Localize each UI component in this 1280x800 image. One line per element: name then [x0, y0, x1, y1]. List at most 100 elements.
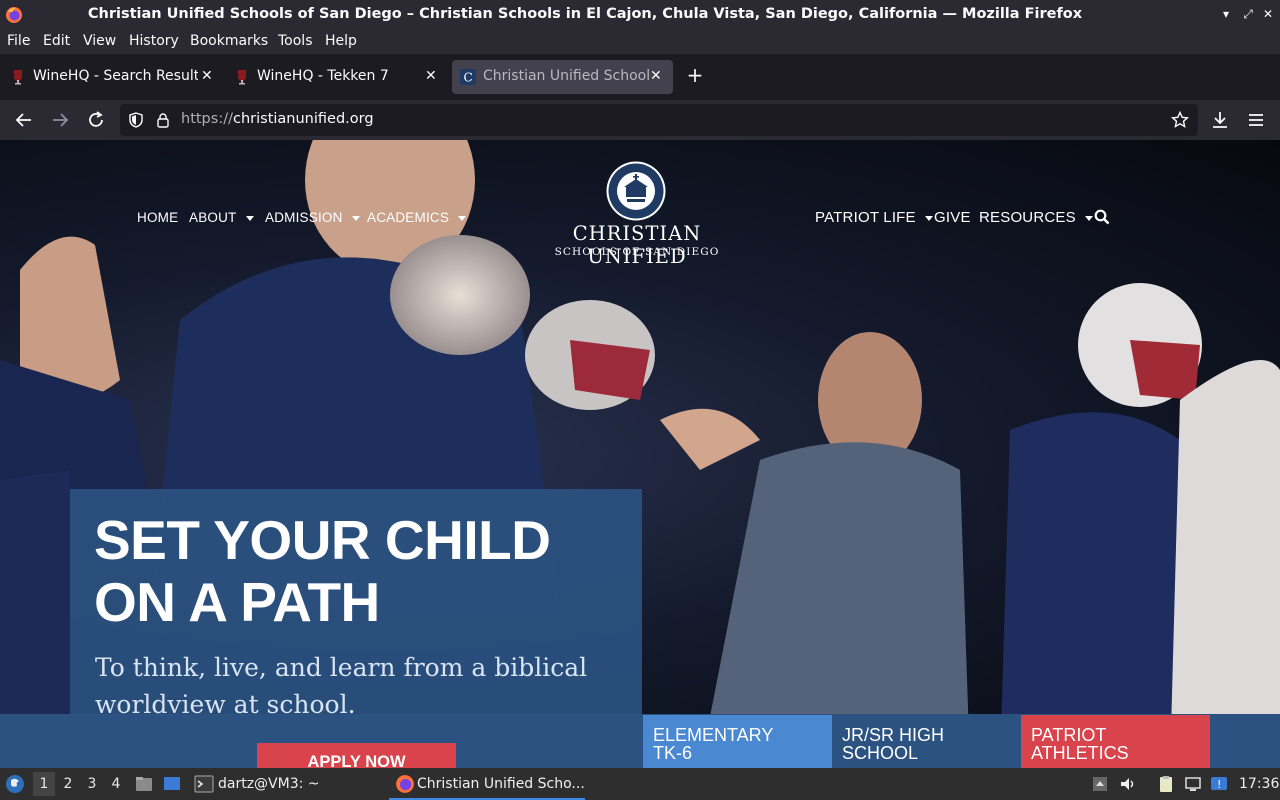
nav-patriot-life-label: PATRIOT LIFE [815, 209, 916, 226]
tab-winehq-tekken[interactable]: WineHQ - Tekken 7 ✕ [226, 60, 444, 94]
tab-close-icon[interactable]: ✕ [201, 68, 213, 84]
tile-patriot-athletics[interactable]: PATRIOT ATHLETICS [1021, 715, 1210, 768]
url-text[interactable]: https://christianunified.org [181, 111, 374, 127]
workspace-4[interactable]: 4 [105, 772, 127, 796]
apply-now-button[interactable]: APPLY NOW [257, 743, 456, 768]
back-arrow-icon[interactable] [12, 108, 36, 132]
minimize-icon[interactable]: ▾ [1218, 6, 1234, 22]
nav-admission-label: ADMISSION [265, 210, 343, 225]
nav-academics[interactable]: ACADEMICS [367, 210, 467, 225]
christian-unified-favicon-icon: C [460, 69, 476, 85]
bookmark-star-icon[interactable] [1171, 111, 1189, 129]
menu-bookmarks[interactable]: Bookmarks [190, 33, 268, 49]
window-titlebar: Christian Unified Schools of San Diego –… [0, 0, 1280, 30]
menu-history[interactable]: History [129, 33, 179, 49]
tile-elementary[interactable]: ELEMENTARY TK-6 [643, 715, 832, 768]
nav-resources[interactable]: RESOURCES [979, 209, 1093, 226]
workspace-2[interactable]: 2 [57, 772, 79, 796]
forward-arrow-icon[interactable] [48, 108, 72, 132]
chevron-down-icon [351, 215, 360, 221]
school-seal-logo[interactable] [605, 160, 667, 222]
hero-title: SET YOUR CHILD ON A PATH [94, 509, 634, 633]
menu-edit[interactable]: Edit [43, 33, 70, 49]
notification-icon[interactable]: ! [1209, 774, 1229, 794]
url-bar[interactable]: https://christianunified.org [120, 104, 1198, 136]
nav-academics-label: ACADEMICS [367, 210, 450, 225]
tab-close-icon[interactable]: ✕ [650, 68, 662, 84]
file-manager-icon[interactable] [134, 774, 154, 794]
workspace-1[interactable]: 1 [33, 772, 55, 796]
maximize-icon[interactable]: ⤢ [1240, 6, 1256, 22]
nav-about-label: ABOUT [189, 210, 237, 225]
firefox-icon [396, 775, 414, 793]
navigation-toolbar: https://christianunified.org [0, 100, 1280, 140]
chevron-down-icon [245, 215, 254, 221]
winehq-favicon-icon [14, 70, 22, 85]
site-header: HOME ABOUT ADMISSION ACADEMICS CHRISTIAN… [0, 140, 1280, 280]
reload-icon[interactable] [84, 108, 108, 132]
url-protocol: https:// [181, 111, 233, 127]
taskbar-firefox-label: Christian Unified Scho... [417, 776, 585, 792]
hero-subtitle: To think, live, and learn from a biblica… [95, 653, 588, 719]
tab-winehq-search[interactable]: WineHQ - Search Results ✕ [2, 60, 220, 94]
desktop-taskbar: 1 2 3 4 dartz@VM3: ~ Christian Unified S… [0, 768, 1280, 800]
network-icon[interactable] [1183, 774, 1203, 794]
hero-title-line-2: ON A PATH [94, 571, 380, 633]
tile-line-1: PATRIOT [1031, 725, 1107, 745]
svg-text:!: ! [1217, 778, 1221, 791]
tray-up-arrow-icon[interactable] [1090, 774, 1110, 794]
tab-label: WineHQ - Tekken 7 [257, 68, 389, 84]
chevron-down-icon [458, 215, 467, 221]
nav-give[interactable]: GIVE [934, 209, 971, 226]
close-icon[interactable]: ✕ [1260, 6, 1276, 22]
nav-patriot-life[interactable]: PATRIOT LIFE [815, 209, 933, 226]
menu-view[interactable]: View [83, 33, 116, 49]
hamburger-menu-icon[interactable] [1244, 108, 1268, 132]
tile-line-1: JR/SR HIGH [842, 725, 945, 745]
lock-icon[interactable] [155, 112, 171, 128]
menu-bar: File Edit View History Bookmarks Tools H… [0, 30, 1280, 54]
chevron-down-icon [1084, 215, 1093, 221]
nav-admission[interactable]: ADMISSION [265, 210, 360, 225]
url-host: christianunified.org [232, 111, 374, 127]
search-icon[interactable] [1094, 209, 1110, 225]
workspace-3[interactable]: 3 [81, 772, 103, 796]
taskbar-firefox-item[interactable]: Christian Unified Scho... [389, 768, 585, 800]
logo-wordmark[interactable]: CHRISTIAN UNIFIED [520, 222, 754, 268]
menu-file[interactable]: File [7, 33, 30, 49]
menu-tools[interactable]: Tools [278, 33, 313, 49]
tile-jr-sr-high[interactable]: JR/SR HIGH SCHOOL [832, 715, 1021, 768]
terminal-icon [194, 775, 214, 793]
new-tab-plus-icon[interactable]: + [684, 64, 706, 88]
start-menu-icon[interactable] [5, 774, 25, 794]
taskbar-clock: 17:36 [1239, 776, 1280, 792]
page-content: HOME ABOUT ADMISSION ACADEMICS CHRISTIAN… [0, 140, 1280, 768]
firefox-icon [6, 7, 22, 23]
tab-label: WineHQ - Search Results [33, 68, 198, 84]
shield-icon[interactable] [128, 112, 144, 128]
desktop-icon[interactable] [162, 774, 182, 794]
chevron-down-icon [924, 215, 933, 221]
tab-close-icon[interactable]: ✕ [425, 68, 437, 84]
tab-label: Christian Unified Schools [483, 68, 649, 84]
tile-line-2: SCHOOL [842, 743, 919, 763]
svg-text:C: C [464, 71, 473, 85]
nav-resources-label: RESOURCES [979, 209, 1076, 226]
hero-callout: SET YOUR CHILD ON A PATH To think, live,… [70, 489, 642, 768]
clipboard-icon[interactable] [1156, 774, 1176, 794]
tile-line-2: ATHLETICS [1031, 743, 1129, 763]
menu-help[interactable]: Help [325, 33, 357, 49]
taskbar-terminal-label[interactable]: dartz@VM3: ~ [218, 776, 320, 792]
tile-line-2: TK-6 [653, 743, 693, 763]
tab-strip: WineHQ - Search Results ✕ WineHQ - Tekke… [0, 54, 1280, 100]
logo-subtitle: SCHOOLS OF SAN DIEGO [554, 246, 720, 258]
downloads-icon[interactable] [1208, 108, 1232, 132]
nav-home[interactable]: HOME [137, 210, 178, 225]
window-title: Christian Unified Schools of San Diego –… [87, 6, 1083, 22]
tile-line-1: ELEMENTARY [653, 725, 774, 745]
hero-title-line-1: SET YOUR CHILD [94, 509, 551, 571]
nav-about[interactable]: ABOUT [189, 210, 254, 225]
tab-christian-unified[interactable]: C Christian Unified Schools ✕ [452, 60, 673, 94]
winehq-favicon-icon [238, 70, 246, 85]
volume-icon[interactable] [1118, 774, 1138, 794]
